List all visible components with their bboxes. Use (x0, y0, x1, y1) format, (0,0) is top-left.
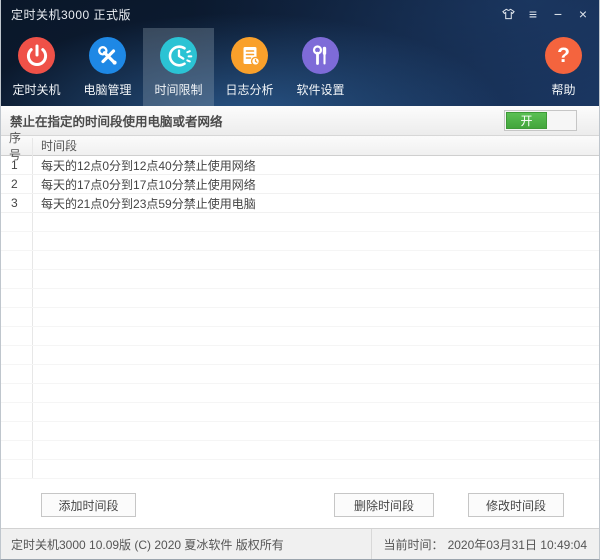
toggle-state-label: 开 (520, 112, 532, 129)
tab-label: 定时关机 (12, 81, 60, 98)
row-text: 每天的12点0分到12点40分禁止使用网络 (32, 157, 256, 174)
table-header: 序号 时间段 (1, 136, 599, 156)
window-controls: ≡ − × (500, 7, 591, 21)
close-button[interactable]: × (575, 7, 591, 21)
wrench-icon (302, 37, 339, 74)
row-text: 每天的21点0分到23点59分禁止使用电脑 (32, 195, 256, 212)
add-period-button[interactable]: 添加时间段 (41, 493, 136, 517)
tab-time-limit[interactable]: 时间限制 (143, 28, 214, 106)
table-row[interactable]: 1 每天的12点0分到12点40分禁止使用网络 (1, 156, 599, 175)
power-icon (18, 37, 55, 74)
copyright-text: 定时关机3000 10.09版 (C) 2020 夏冰软件 版权所有 (1, 536, 371, 553)
row-index: 1 (1, 158, 32, 172)
row-index: 3 (1, 196, 32, 210)
skin-icon[interactable] (500, 8, 516, 20)
tab-label: 日志分析 (225, 81, 273, 98)
menu-icon[interactable]: ≡ (525, 7, 541, 21)
banner-text: 禁止在指定的时间段使用电脑或者网络 (10, 111, 223, 130)
status-bar: 定时关机3000 10.09版 (C) 2020 夏冰软件 版权所有 当前时间：… (1, 528, 599, 560)
table-row[interactable]: 3 每天的21点0分到23点59分禁止使用电脑 (1, 194, 599, 213)
tab-label: 时间限制 (154, 81, 202, 98)
tab-software-settings[interactable]: 软件设置 (285, 28, 356, 106)
delete-period-button[interactable]: 删除时间段 (334, 493, 434, 517)
table-body: 1 每天的12点0分到12点40分禁止使用网络 2 每天的17点0分到17点10… (1, 156, 599, 213)
tab-computer-management[interactable]: 电脑管理 (72, 28, 143, 106)
app-window: 定时关机3000 正式版 ≡ − × 定时关机 电脑管 (0, 0, 600, 560)
tools-icon (89, 37, 126, 74)
log-icon (231, 37, 268, 74)
app-title: 定时关机3000 正式版 (11, 6, 131, 23)
title-bar: 定时关机3000 正式版 ≡ − × (1, 0, 600, 28)
help-icon: ? (545, 37, 582, 74)
tab-label: 电脑管理 (83, 81, 131, 98)
toggle-knob: 开 (506, 112, 547, 129)
empty-rows-area (1, 213, 599, 479)
tab-label: 软件设置 (296, 81, 344, 98)
tab-log-analysis[interactable]: 日志分析 (214, 28, 285, 106)
time-period-table: 序号 时间段 1 每天的12点0分到12点40分禁止使用网络 2 每天的17点0… (1, 136, 599, 528)
tab-label: 帮助 (551, 81, 575, 98)
tab-shutdown[interactable]: 定时关机 (1, 28, 72, 106)
row-index: 2 (1, 177, 32, 191)
clock-icon (160, 37, 197, 74)
current-time-label: 当前时间： (384, 536, 444, 553)
current-time: 当前时间： 2020年03月31日 10:49:04 (371, 529, 599, 560)
tab-help[interactable]: ? 帮助 (528, 28, 599, 106)
table-row[interactable]: 2 每天的17点0分到17点10分禁止使用网络 (1, 175, 599, 194)
restriction-banner: 禁止在指定的时间段使用电脑或者网络 开 (1, 106, 599, 136)
minimize-button[interactable]: − (550, 7, 566, 21)
column-header-period: 时间段 (32, 137, 77, 154)
toolbar: 定时关机 电脑管理 时间限制 日志分析 (1, 28, 600, 106)
row-text: 每天的17点0分到17点10分禁止使用网络 (32, 176, 256, 193)
header: 定时关机3000 正式版 ≡ − × 定时关机 电脑管 (1, 0, 600, 106)
toggle-switch[interactable]: 开 (504, 110, 577, 131)
modify-period-button[interactable]: 修改时间段 (468, 493, 564, 517)
current-time-value: 2020年03月31日 10:49:04 (448, 536, 587, 553)
